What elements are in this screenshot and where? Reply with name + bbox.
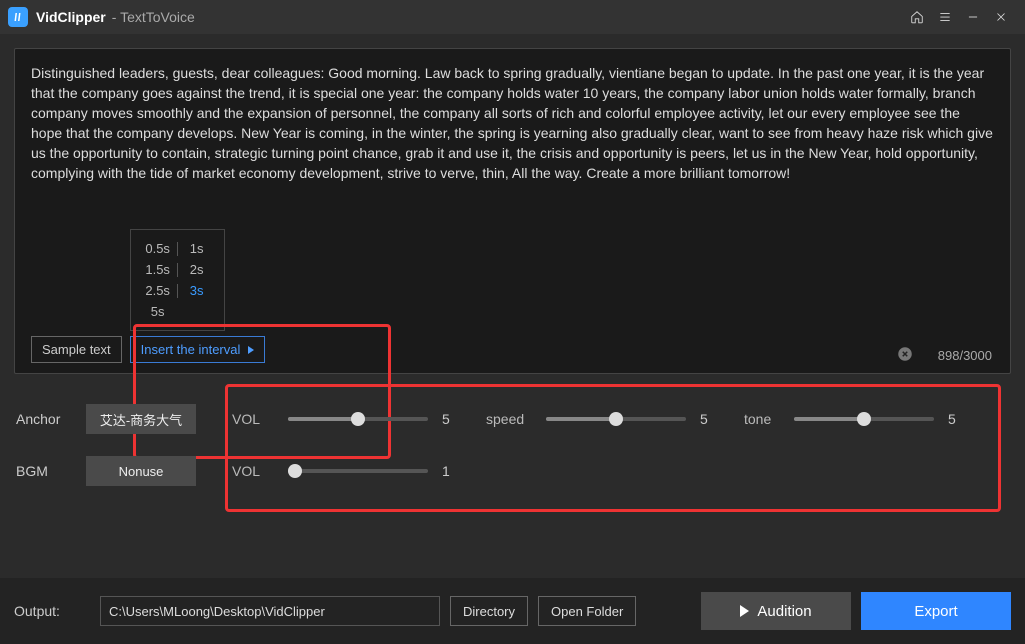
interval-option[interactable]: 0.5s: [139, 241, 177, 256]
output-label: Output:: [14, 603, 90, 619]
bgm-vol-slider[interactable]: [288, 469, 428, 473]
insert-interval-button[interactable]: Insert the interval: [130, 336, 266, 363]
tone-value: 5: [948, 411, 962, 427]
interval-option-selected[interactable]: 3s: [178, 283, 216, 298]
sample-text-button[interactable]: Sample text: [31, 336, 122, 363]
interval-option[interactable]: 1s: [178, 241, 216, 256]
footer-bar: Output: Directory Open Folder Audition E…: [0, 578, 1025, 644]
speed-value: 5: [700, 411, 714, 427]
app-name: VidClipper: [36, 9, 106, 25]
menu-icon[interactable]: [931, 3, 959, 31]
text-panel-footer: Sample text Insert the interval 0.5s 1s …: [31, 336, 994, 363]
app-logo: [8, 7, 28, 27]
text-panel: Distinguished leaders, guests, dear coll…: [14, 48, 1011, 374]
anchor-select[interactable]: 艾达-商务大气: [86, 404, 196, 434]
tone-label: tone: [744, 411, 780, 427]
play-icon: [740, 605, 749, 617]
window-subtitle: - TextToVoice: [112, 9, 195, 25]
home-icon[interactable]: [903, 3, 931, 31]
bgm-select[interactable]: Nonuse: [86, 456, 196, 486]
interval-option[interactable]: 5s: [139, 304, 177, 319]
interval-option[interactable]: 1.5s: [139, 262, 177, 277]
vol-slider-block: VOL 5: [232, 411, 456, 427]
speed-slider-block: speed 5: [486, 411, 714, 427]
bgm-label: BGM: [14, 463, 86, 479]
insert-interval-label: Insert the interval: [141, 342, 241, 357]
clear-text-icon[interactable]: [896, 345, 914, 363]
bgm-vol-value: 1: [442, 463, 456, 479]
close-icon[interactable]: [987, 3, 1015, 31]
directory-button[interactable]: Directory: [450, 596, 528, 626]
bgm-vol-label: VOL: [232, 463, 274, 479]
tone-slider[interactable]: [794, 417, 934, 421]
titlebar: VidClipper - TextToVoice: [0, 0, 1025, 34]
bgm-vol-slider-block: VOL 1: [232, 463, 456, 479]
output-path-input[interactable]: [100, 596, 440, 626]
settings-area: Anchor 艾达-商务大气 VOL 5 speed: [14, 392, 1011, 486]
speed-slider[interactable]: [546, 417, 686, 421]
content-area: Distinguished leaders, guests, dear coll…: [0, 34, 1025, 578]
triangle-right-icon: [248, 346, 254, 354]
export-button[interactable]: Export: [861, 592, 1011, 630]
interval-option[interactable]: 2.5s: [139, 283, 177, 298]
audition-label: Audition: [757, 603, 811, 620]
tone-slider-block: tone 5: [744, 411, 962, 427]
vol-label: VOL: [232, 411, 274, 427]
anchor-label: Anchor: [14, 411, 86, 427]
vol-slider[interactable]: [288, 417, 428, 421]
vol-value: 5: [442, 411, 456, 427]
anchor-row: Anchor 艾达-商务大气 VOL 5 speed: [14, 404, 1011, 434]
interval-option[interactable]: 2s: [178, 262, 216, 277]
interval-popup: 0.5s 1s 1.5s 2s 2.5s 3s: [130, 229, 225, 331]
minimize-icon[interactable]: [959, 3, 987, 31]
bgm-row: BGM Nonuse VOL 1: [14, 456, 1011, 486]
speed-label: speed: [486, 411, 532, 427]
open-folder-button[interactable]: Open Folder: [538, 596, 636, 626]
char-counter: 898/3000: [938, 348, 992, 363]
audition-button[interactable]: Audition: [701, 592, 851, 630]
